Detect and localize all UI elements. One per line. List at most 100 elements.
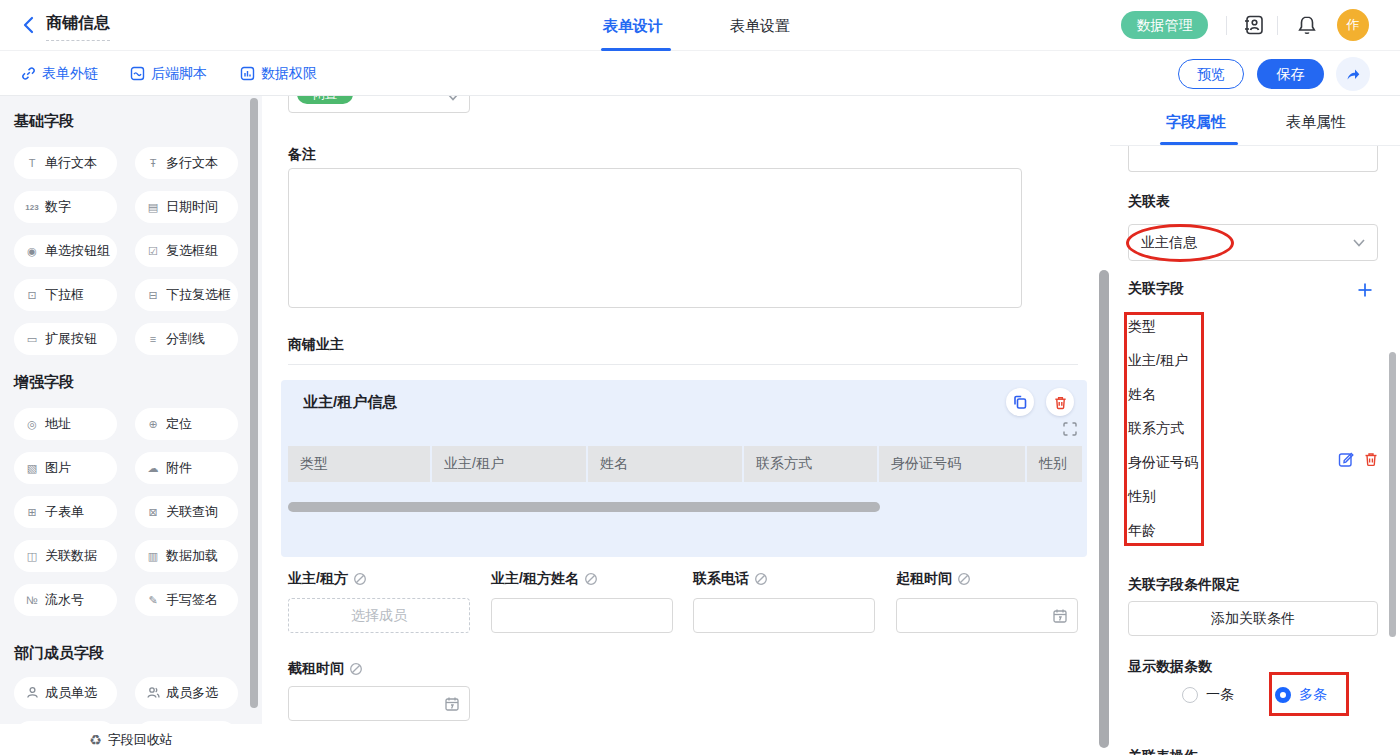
- field-button-radio-group[interactable]: ◉单选按钮组: [14, 235, 117, 267]
- member-single-icon: [24, 686, 40, 701]
- edit-button[interactable]: [1338, 451, 1355, 471]
- avatar[interactable]: 作: [1337, 9, 1369, 41]
- subform-table-header: 类型 业主/租户 姓名 联系方式 身份证号码 性别: [288, 446, 1082, 482]
- contacts-icon[interactable]: [1243, 14, 1265, 36]
- field-button-extend-button[interactable]: ▭扩展按钮: [14, 323, 117, 355]
- backend-script-link[interactable]: 后端脚本: [130, 51, 207, 96]
- hidden-eye-icon: [754, 572, 768, 586]
- field-label-owner: 业主/租方: [288, 570, 367, 588]
- add-condition-button[interactable]: 添加关联条件: [1128, 601, 1378, 636]
- field-button-member-multi[interactable]: 成员多选: [135, 677, 238, 709]
- data-permission-link[interactable]: 数据权限: [240, 51, 317, 96]
- script-icon: [130, 66, 145, 81]
- display-count-label: 显示数据条数: [1128, 658, 1212, 676]
- copy-button[interactable]: [1006, 388, 1034, 416]
- save-button[interactable]: 保存: [1257, 59, 1324, 89]
- status-select[interactable]: 闲置: [288, 96, 470, 113]
- delete-field-button[interactable]: [1363, 451, 1379, 471]
- calendar-icon: [1052, 608, 1068, 627]
- field-button-select[interactable]: ⊡下拉框: [14, 279, 117, 311]
- subform-horizontal-scrollbar[interactable]: [288, 502, 880, 512]
- section-title-enhanced: 增强字段: [14, 373, 262, 392]
- field-button-multi-text[interactable]: Ŧ多行文本: [135, 147, 238, 179]
- field-button-datetime[interactable]: ▤日期时间: [135, 191, 238, 223]
- related-table-select[interactable]: 业主信息: [1128, 224, 1378, 261]
- field-label-phone: 联系电话: [693, 570, 768, 588]
- share-button[interactable]: [1336, 57, 1370, 91]
- panel-scrollbar[interactable]: [1389, 352, 1396, 637]
- field-library-sidebar: 基础字段 T单行文本 Ŧ多行文本 123数字 ▤日期时间 ◉单选按钮组 ☑复选框…: [0, 96, 262, 755]
- delete-button[interactable]: [1046, 388, 1074, 416]
- column-header: 业主/租户: [432, 446, 586, 482]
- back-icon[interactable]: [20, 15, 40, 35]
- remark-textarea[interactable]: [288, 168, 1022, 308]
- form-toolbar: 表单外链 后端脚本 数据权限 预览 保存: [0, 51, 1400, 96]
- chevron-down-icon: [447, 96, 459, 104]
- field-button-image[interactable]: ▧图片: [14, 452, 117, 484]
- owner-name-input[interactable]: [491, 598, 673, 633]
- lease-end-input[interactable]: [288, 686, 470, 721]
- radio-single[interactable]: 一条: [1182, 686, 1234, 704]
- field-button-attachment[interactable]: ☁附件: [135, 452, 238, 484]
- field-button-lookup[interactable]: ⊠关联查询: [135, 496, 238, 528]
- canvas-scrollbar[interactable]: [1099, 270, 1109, 748]
- share-icon: [1345, 66, 1361, 82]
- clipped-input[interactable]: [1128, 146, 1378, 172]
- member-picker-input[interactable]: 选择成员: [288, 598, 470, 633]
- add-field-icon[interactable]: [1357, 282, 1373, 301]
- status-tag: 闲置: [297, 96, 353, 104]
- field-button-number[interactable]: 123数字: [14, 191, 117, 223]
- field-button-locate[interactable]: ⊕定位: [135, 408, 238, 440]
- attachment-icon: ☁: [145, 462, 161, 475]
- tab-form-design[interactable]: 表单设计: [603, 0, 663, 51]
- remark-label: 备注: [288, 146, 316, 164]
- field-button-data-load[interactable]: ▥数据加载: [135, 540, 238, 572]
- select-icon: ⊡: [24, 289, 40, 302]
- column-header: 性别: [1027, 446, 1082, 482]
- field-button-multi-select[interactable]: ⊟下拉复选框: [135, 279, 238, 311]
- field-button-checkbox-group[interactable]: ☑复选框组: [135, 235, 238, 267]
- field-recycle-bin[interactable]: ♻字段回收站: [0, 724, 262, 755]
- signature-icon: ✎: [145, 594, 161, 607]
- form-external-link[interactable]: 表单外链: [21, 51, 98, 96]
- expand-icon[interactable]: [1063, 422, 1077, 439]
- related-field-item: 身份证号码: [1128, 454, 1198, 472]
- hidden-eye-icon: [349, 662, 363, 676]
- tab-form-properties[interactable]: 表单属性: [1286, 113, 1346, 132]
- phone-input[interactable]: [693, 598, 875, 633]
- subform-panel[interactable]: 业主/租户信息 类型 业主/租户 姓名 联系方式 身份证号码: [281, 380, 1087, 557]
- sidebar-scrollbar[interactable]: [250, 98, 258, 708]
- notification-bell-icon[interactable]: [1296, 14, 1318, 36]
- property-panel: 字段属性 表单属性 关联表 业主信息 关联字段 类型 业主/租户 姓名 联系方式…: [1110, 96, 1400, 755]
- radio-off-icon: [1182, 687, 1198, 703]
- related-fields-label: 关联字段: [1128, 280, 1184, 298]
- page-title[interactable]: 商铺信息: [46, 13, 110, 41]
- field-button-serial[interactable]: №流水号: [14, 584, 117, 616]
- hidden-eye-icon: [957, 572, 971, 586]
- field-button-member-single[interactable]: 成员单选: [14, 677, 117, 709]
- datetime-icon: ▤: [145, 201, 161, 214]
- link-icon: [21, 66, 36, 81]
- section-divider: [288, 364, 1078, 365]
- hidden-eye-icon: [584, 572, 598, 586]
- hidden-eye-icon: [353, 572, 367, 586]
- radio-multiple[interactable]: 多条: [1275, 686, 1327, 704]
- related-table-value: 业主信息: [1141, 234, 1353, 252]
- data-manage-button[interactable]: 数据管理: [1121, 11, 1208, 39]
- form-canvas: 闲置 备注 商铺业主 业主/租户信息 类型: [262, 96, 1110, 755]
- tab-field-properties[interactable]: 字段属性: [1166, 113, 1226, 132]
- field-button-subform[interactable]: ⊞子表单: [14, 496, 117, 528]
- tab-form-settings[interactable]: 表单设置: [730, 0, 790, 51]
- linked-data-icon: ◫: [24, 550, 40, 563]
- field-button-address[interactable]: ◎地址: [14, 408, 117, 440]
- preview-button[interactable]: 预览: [1178, 59, 1244, 89]
- lookup-icon: ⊠: [145, 506, 161, 519]
- lease-start-input[interactable]: [896, 598, 1078, 633]
- field-button-divider[interactable]: ≡分割线: [135, 323, 238, 355]
- field-button-signature[interactable]: ✎手写签名: [135, 584, 238, 616]
- table-action-label: 关联表操作: [1128, 748, 1198, 755]
- subform-title: 业主/租户信息: [303, 393, 397, 412]
- related-field-item: 姓名: [1128, 386, 1156, 404]
- field-button-linked-data[interactable]: ◫关联数据: [14, 540, 117, 572]
- field-button-single-text[interactable]: T单行文本: [14, 147, 117, 179]
